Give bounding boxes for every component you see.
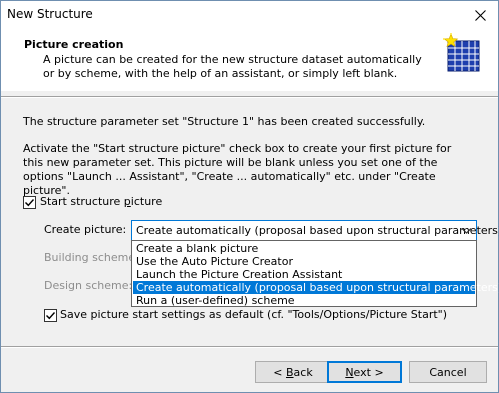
wizard-header: Picture creation A picture can be create… — [1, 29, 498, 91]
new-picture-icon — [443, 33, 480, 72]
next-button[interactable]: Next > — [327, 361, 402, 383]
back-button[interactable]: < Back — [255, 361, 331, 383]
back-button-post: ack — [293, 365, 313, 379]
new-structure-dialog: New Structure Picture creation A picture… — [0, 0, 499, 393]
option-create-automatically[interactable]: Create automatically (proposal based upo… — [133, 281, 499, 294]
cancel-button[interactable]: Cancel — [409, 361, 487, 383]
create-picture-select[interactable]: Create automatically (proposal based upo… — [131, 220, 499, 241]
page-title: Picture creation — [24, 38, 124, 51]
start-picture-label-post: icture — [130, 195, 163, 208]
save-defaults-label[interactable]: Save picture start settings as default (… — [60, 308, 447, 321]
checkmark-icon — [46, 312, 56, 320]
start-picture-label-pre: Start structure — [40, 195, 124, 208]
close-button[interactable] — [462, 1, 498, 29]
option-run-scheme[interactable]: Run a (user-defined) scheme — [133, 294, 475, 307]
footer-divider — [1, 346, 498, 348]
back-button-pre: < — [273, 365, 286, 379]
chevron-down-icon — [461, 228, 472, 234]
checkmark-icon — [25, 199, 35, 207]
page-description: A picture can be created for the new str… — [43, 53, 422, 80]
next-button-post: ext > — [353, 365, 384, 379]
option-auto-picture-creator[interactable]: Use the Auto Picture Creator — [133, 255, 475, 268]
start-picture-checkbox[interactable] — [23, 196, 36, 209]
title-bar: New Structure — [1, 1, 498, 29]
create-picture-label: Create picture: — [44, 223, 127, 236]
create-picture-options-list: Create a blank picture Use the Auto Pict… — [131, 240, 499, 307]
create-picture-select-value: Create automatically (proposal based upo… — [136, 224, 499, 237]
option-blank-picture[interactable]: Create a blank picture — [133, 242, 475, 255]
start-picture-label[interactable]: Start structure picture — [40, 195, 162, 208]
option-picture-creation-assistant[interactable]: Launch the Picture Creation Assistant — [133, 268, 475, 281]
instructions-text: Activate the "Start structure picture" c… — [23, 142, 452, 197]
next-button-mnemonic: N — [345, 365, 354, 379]
building-scheme-label: Building scheme: — [44, 251, 139, 264]
start-picture-label-mnemonic: p — [123, 195, 131, 208]
back-button-mnemonic: B — [286, 365, 294, 379]
window-title: New Structure — [7, 7, 93, 21]
design-scheme-label: Design scheme: — [44, 279, 133, 292]
header-divider — [1, 96, 498, 98]
success-message: The structure parameter set "Structure 1… — [23, 115, 426, 128]
save-defaults-checkbox[interactable] — [44, 309, 57, 322]
close-icon — [474, 9, 486, 21]
